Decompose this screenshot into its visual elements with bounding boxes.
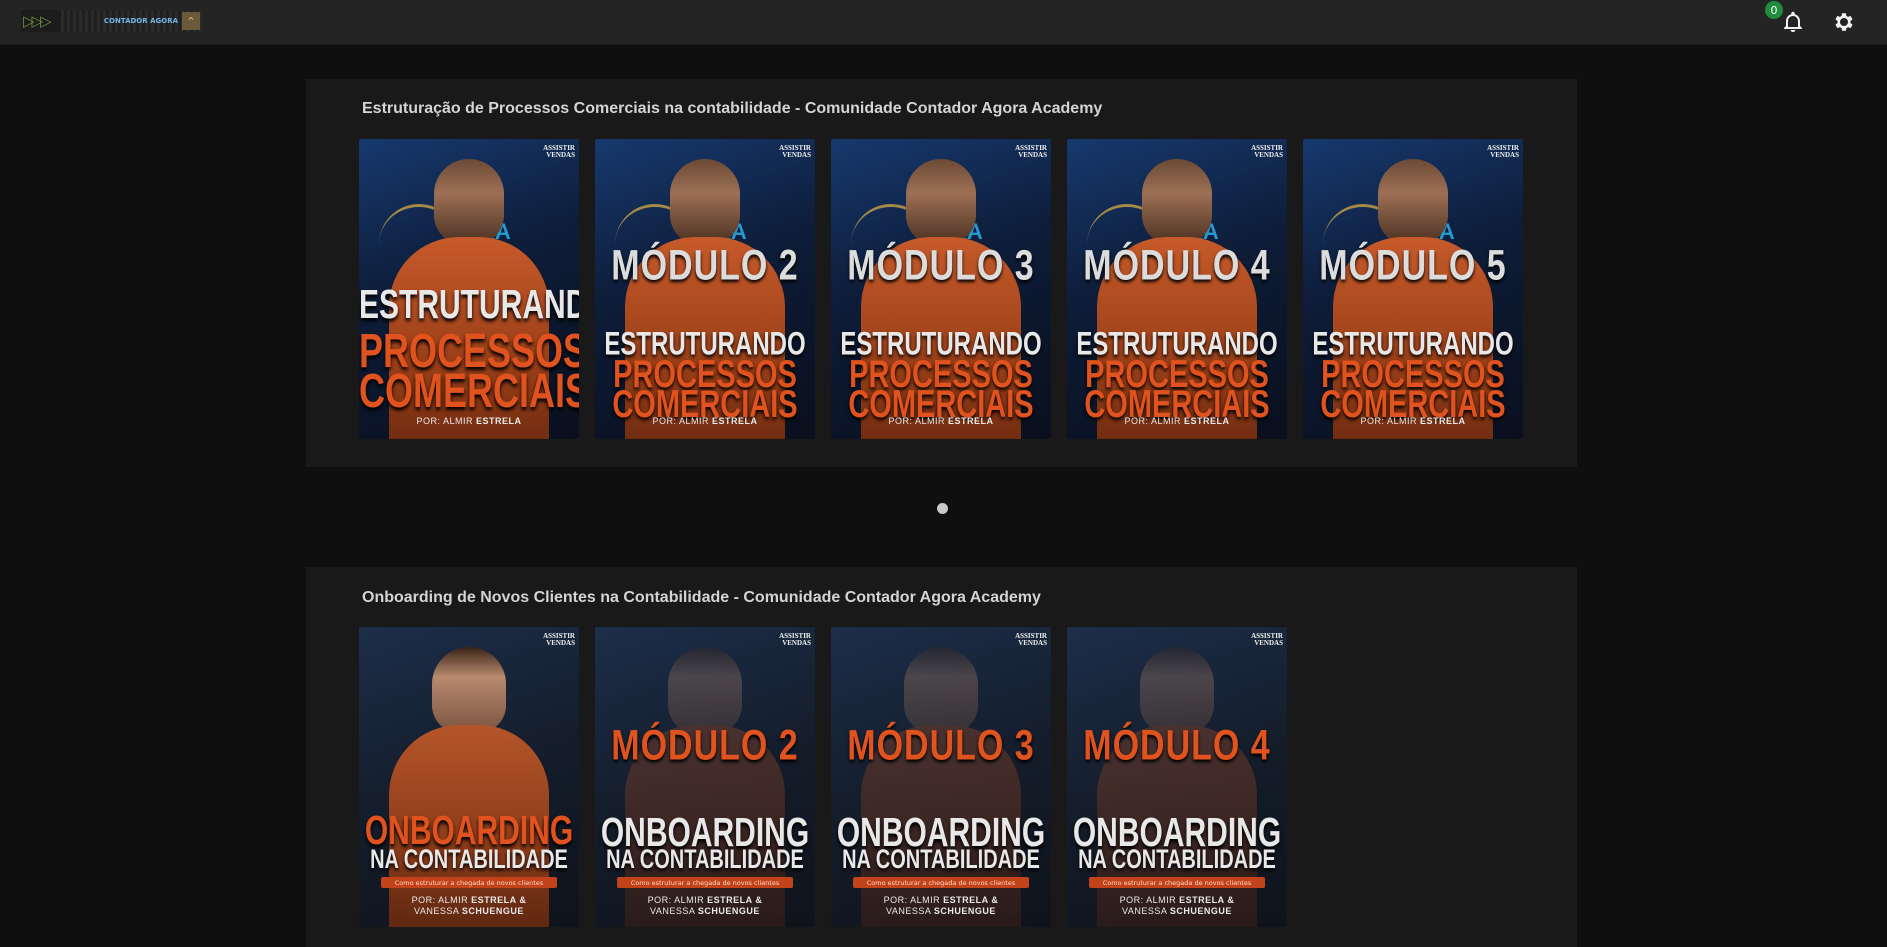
card-author: POR: ALMIR ESTRELA (1360, 416, 1466, 426)
card-tagline: Como estruturar a chegada de novos clien… (853, 877, 1029, 888)
card-title-line2: NA CONTABILIDADE (842, 844, 1040, 875)
course-card-modulo-1[interactable]: RA ASSISTIR VENDAS ESTRUTURANDO PROCESSO… (359, 139, 579, 439)
card-author: POR: ALMIR ESTRELA (652, 416, 758, 426)
card-title-line2: NA CONTABILIDADE (370, 844, 568, 875)
course-card-onboarding-2[interactable]: ASSISTIR VENDAS MÓDULO 2 ONBOARDING NA C… (595, 627, 815, 927)
app-logo[interactable]: ▷▷▷ CONTADOR AGORA ⌃ (21, 10, 202, 32)
course-card-modulo-2[interactable]: RA ASSISTIR VENDAS MÓDULO 2 ESTRUTURANDO… (595, 139, 815, 439)
card-module-label: MÓDULO 3 (847, 242, 1035, 290)
card-corner-logo: ASSISTIR VENDAS (543, 144, 575, 159)
course-card-modulo-3[interactable]: RA ASSISTIR VENDAS MÓDULO 3 ESTRUTURANDO… (831, 139, 1051, 439)
card-corner-logo: ASSISTIR VENDAS (1015, 144, 1047, 159)
card-title-line2: NA CONTABILIDADE (606, 844, 804, 875)
top-bar: ▷▷▷ CONTADOR AGORA ⌃ 0 (0, 0, 1887, 45)
carousel-dot[interactable] (937, 503, 948, 514)
card-author: POR: ALMIR ESTRELA & VANESSA SCHUENGUE (883, 895, 999, 916)
course-card-modulo-5[interactable]: RA ASSISTIR VENDAS MÓDULO 5 ESTRUTURANDO… (1303, 139, 1523, 439)
card-author: POR: ALMIR ESTRELA (416, 416, 522, 426)
gear-icon[interactable] (1832, 10, 1856, 34)
card-title-line2: NA CONTABILIDADE (1078, 844, 1276, 875)
course-section-processos: Estruturação de Processos Comerciais na … (306, 79, 1577, 467)
chevron-up-badge-icon: ⌃ (182, 12, 200, 30)
chevrons-logo-icon: ▷▷▷ (23, 12, 52, 30)
card-module-label: MÓDULO 4 (1083, 242, 1271, 290)
course-card-onboarding-1[interactable]: ASSISTIR VENDAS ONBOARDING NA CONTABILID… (359, 627, 579, 927)
card-tagline: Como estruturar a chegada de novos clien… (617, 877, 793, 888)
card-corner-logo: ASSISTIR VENDAS (1251, 144, 1283, 159)
section-title: Onboarding de Novos Clientes na Contabil… (362, 589, 1041, 606)
card-module-label: MÓDULO 4 (1083, 722, 1271, 770)
logo-brand-text: CONTADOR AGORA (103, 16, 178, 25)
course-card-modulo-4[interactable]: RA ASSISTIR VENDAS MÓDULO 4 ESTRUTURANDO… (1067, 139, 1287, 439)
card-author: POR: ALMIR ESTRELA (1124, 416, 1230, 426)
card-tagline: Como estruturar a chegada de novos clien… (381, 877, 557, 888)
card-module-label: MÓDULO 2 (611, 242, 799, 290)
card-module-label: MÓDULO 3 (847, 722, 1035, 770)
card-module-label: MÓDULO 2 (611, 722, 799, 770)
card-author: POR: ALMIR ESTRELA & VANESSA SCHUENGUE (1119, 895, 1235, 916)
card-corner-logo: ASSISTIR VENDAS (543, 632, 575, 647)
card-corner-logo: ASSISTIR VENDAS (1015, 632, 1047, 647)
course-card-onboarding-4[interactable]: ASSISTIR VENDAS MÓDULO 4 ONBOARDING NA C… (1067, 627, 1287, 927)
course-card-row: RA ASSISTIR VENDAS ESTRUTURANDO PROCESSO… (359, 139, 1523, 439)
course-card-onboarding-3[interactable]: ASSISTIR VENDAS MÓDULO 3 ONBOARDING NA C… (831, 627, 1051, 927)
card-title-line3: COMERCIAIS (359, 362, 579, 418)
bell-icon[interactable] (1781, 10, 1805, 34)
card-author: POR: ALMIR ESTRELA (888, 416, 994, 426)
card-corner-logo: ASSISTIR VENDAS (779, 144, 811, 159)
card-corner-logo: ASSISTIR VENDAS (779, 632, 811, 647)
card-corner-logo: ASSISTIR VENDAS (1487, 144, 1519, 159)
section-title: Estruturação de Processos Comerciais na … (362, 100, 1103, 117)
card-author: POR: ALMIR ESTRELA & VANESSA SCHUENGUE (411, 895, 527, 916)
logo-banner: CONTADOR AGORA ⌃ (61, 10, 202, 32)
card-author: POR: ALMIR ESTRELA & VANESSA SCHUENGUE (647, 895, 763, 916)
card-module-label: MÓDULO 5 (1319, 242, 1507, 290)
card-tagline: Como estruturar a chegada de novos clien… (1089, 877, 1265, 888)
course-section-onboarding: Onboarding de Novos Clientes na Contabil… (306, 567, 1577, 947)
notification-count-badge[interactable]: 0 (1765, 1, 1783, 19)
course-card-row: ASSISTIR VENDAS ONBOARDING NA CONTABILID… (359, 627, 1287, 927)
card-corner-logo: ASSISTIR VENDAS (1251, 632, 1283, 647)
